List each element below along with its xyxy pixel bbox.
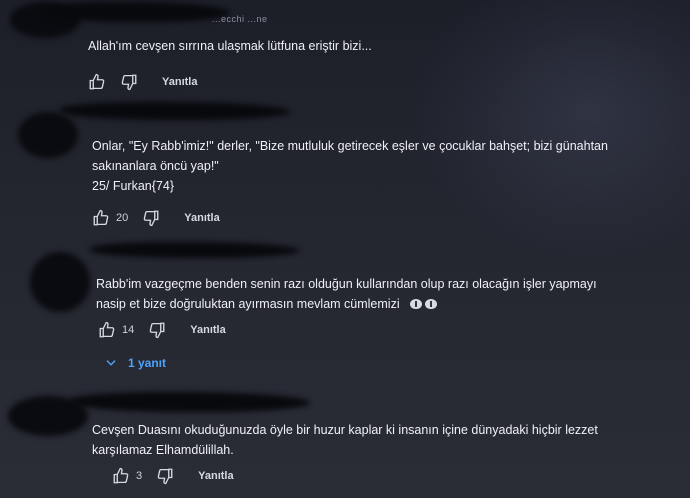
thumbs-up-icon[interactable] — [92, 209, 110, 227]
comment-text-line-1: Onlar, "Ey Rabb'imiz!" derler, "Bize mut… — [92, 139, 608, 153]
thumbs-down-icon[interactable] — [120, 73, 138, 91]
thumbs-down-icon[interactable] — [142, 209, 160, 227]
like-count: 14 — [122, 324, 135, 336]
chevron-down-icon — [106, 360, 116, 366]
reply-button[interactable]: Yanıtla — [162, 76, 197, 88]
comment-text-line-2: nasip et bize doğruluktan ayırmasın mevl… — [96, 294, 438, 314]
praying-hands-icon — [425, 299, 438, 309]
author-redacted — [90, 242, 300, 258]
author-redacted — [70, 392, 310, 412]
thumbs-down-icon[interactable] — [156, 467, 174, 485]
comment-actions: 20 Yanıtla — [92, 208, 220, 228]
comment-text-line-1: Rabb'im vazgeçme benden senin razı olduğ… — [96, 277, 597, 291]
reply-button[interactable]: Yanıtla — [198, 470, 233, 482]
comment-text: Allah'ım cevşen sırrına ulaşmak lütfuna … — [88, 39, 372, 53]
comment-text-line-2: sakınanlara öncü yap!" — [92, 159, 219, 173]
comment-text-line-2: karşılamaz Elhamdülillah. — [92, 443, 234, 457]
comment-actions: 14 Yanıtla — [98, 320, 226, 340]
author-redacted — [40, 2, 230, 22]
author-name-partial: ...ecchi ...ne — [212, 14, 268, 24]
avatar-redacted — [18, 112, 78, 158]
reply-button[interactable]: Yanıtla — [190, 324, 225, 336]
comment-actions: Yanıtla — [88, 72, 197, 92]
comment-text-content: nasip et bize doğruluktan ayırmasın mevl… — [96, 297, 400, 311]
view-replies-button[interactable]: 1 yanıt — [104, 356, 166, 370]
emoji-praying-hands — [407, 297, 438, 311]
thumbs-up-icon[interactable] — [88, 73, 106, 91]
comment-text-line-1: Cevşen Duasını okuduğunuzda öyle bir huz… — [92, 423, 598, 437]
like-count: 3 — [136, 470, 143, 482]
screen-glare — [410, 0, 690, 260]
reply-button[interactable]: Yanıtla — [184, 212, 219, 224]
praying-hands-icon — [410, 299, 423, 309]
author-redacted — [60, 102, 290, 120]
photo-of-screen: ...ecchi ...ne Allah'ım cevşen sırrına u… — [0, 0, 690, 498]
thumbs-up-icon[interactable] — [98, 321, 116, 339]
replies-count-label: 1 yanıt — [128, 356, 167, 370]
thumbs-up-icon[interactable] — [112, 467, 130, 485]
thumbs-down-icon[interactable] — [148, 321, 166, 339]
like-count: 20 — [116, 212, 129, 224]
comment-actions: 3 Yanıtla — [112, 466, 234, 486]
avatar-redacted — [30, 252, 90, 312]
comment-text-line-3: 25/ Furkan{74} — [92, 179, 175, 193]
